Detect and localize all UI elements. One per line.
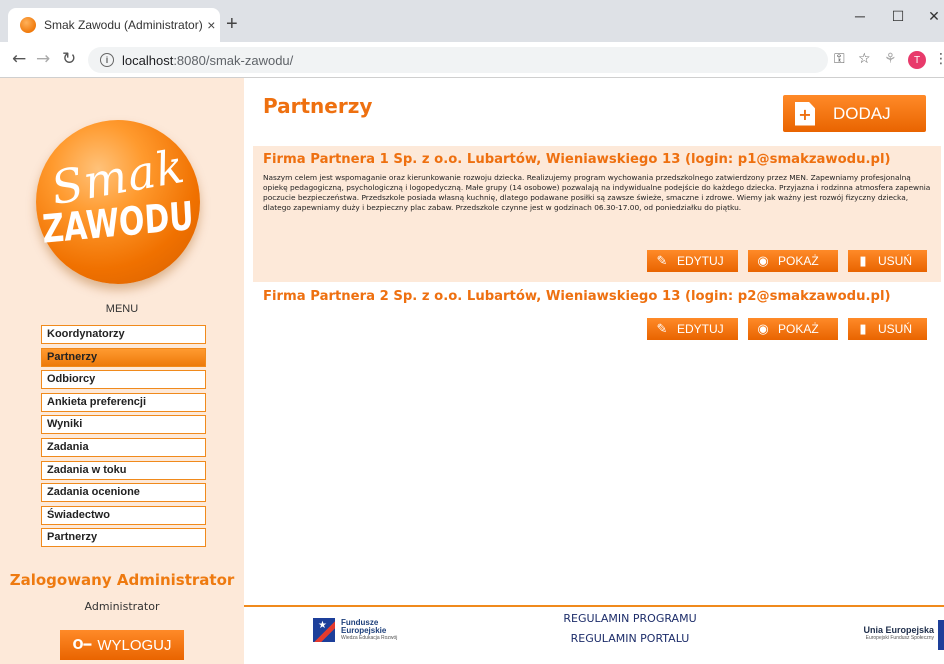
sidebar-menu: Koordynatorzy Partnerzy Odbiorcy Ankieta… [41, 325, 206, 551]
logo[interactable]: Smak ZAWODU [36, 120, 200, 284]
edit-button[interactable]: ✎ EDYTUJ [647, 250, 738, 272]
url-input[interactable]: i localhost:8080/smak-zawodu/ [88, 47, 828, 73]
delete-button[interactable]: ▮ USUŃ [848, 250, 927, 272]
sidebar-item-ankieta-preferencji[interactable]: Ankieta preferencji [41, 392, 206, 412]
star-icon[interactable]: ☆ [858, 51, 871, 67]
sidebar-item-zadania-w-toku[interactable]: Zadania w toku [41, 460, 206, 480]
delete-button[interactable]: ▮ USUŃ [848, 318, 927, 340]
partner-description: Naszym celem jest wspomaganie oraz kieru… [263, 173, 931, 213]
trash-icon: ▮ [859, 253, 867, 269]
delete-label: USUŃ [878, 254, 913, 268]
key-icon: O━ [72, 637, 92, 653]
eu-union-subtitle: Europejski Fundusz Społeczny [865, 635, 934, 641]
eu-funds-line2: Europejskie [341, 626, 387, 635]
show-button[interactable]: ◉ POKAŻ [748, 318, 838, 340]
maximize-icon[interactable]: ☐ [884, 8, 912, 25]
trash-icon: ▮ [859, 321, 867, 337]
partner-row: Firma Partnera 2 Sp. z o.o. Lubartów, Wi… [253, 283, 941, 349]
sidebar-item-partnerzy-2[interactable]: Partnerzy [41, 528, 206, 548]
forward-icon[interactable]: → [36, 50, 50, 68]
delete-label: USUŃ [878, 322, 913, 336]
eye-icon: ◉ [757, 321, 769, 337]
logout-button[interactable]: O━ WYLOGUJ [60, 630, 184, 660]
minimize-icon[interactable]: ─ [846, 8, 874, 24]
url-path: :8080/smak-zawodu/ [173, 52, 294, 68]
browser-tabstrip: Smak Zawodu (Administrator) × + ─ ☐ ✕ [0, 0, 944, 42]
browser-tab[interactable]: Smak Zawodu (Administrator) × [8, 8, 220, 42]
pencil-icon: ✎ [656, 321, 668, 337]
sidebar-item-partnerzy[interactable]: Partnerzy [41, 347, 206, 367]
sidebar-item-odbiorcy[interactable]: Odbiorcy [41, 370, 206, 390]
key-icon[interactable]: ⚿ [834, 51, 845, 67]
eu-union-title: Unia Europejska [863, 625, 934, 635]
edit-label: EDYTUJ [677, 254, 724, 268]
address-bar: ← → ↻ i localhost:8080/smak-zawodu/ ⚿ ☆ … [0, 42, 944, 78]
partner-row: Firma Partnera 1 Sp. z o.o. Lubartów, Wi… [253, 146, 941, 282]
sidebar: Smak ZAWODU MENU Koordynatorzy Partnerzy… [0, 78, 244, 664]
sidebar-item-swiadectwo[interactable]: Świadectwo [41, 505, 206, 525]
show-label: POKAŻ [778, 254, 819, 268]
tab-close-icon[interactable]: × [203, 17, 220, 33]
logged-in-title: Zalogowany Administrator [9, 571, 235, 589]
add-button-label: DODAJ [833, 103, 891, 123]
sidebar-item-wyniki[interactable]: Wyniki [41, 415, 206, 435]
eu-funds-subtitle: Wiedza Edukacja Rozwój [341, 635, 398, 641]
edit-button[interactable]: ✎ EDYTUJ [647, 318, 738, 340]
info-icon[interactable]: i [100, 53, 114, 67]
sidebar-item-zadania[interactable]: Zadania [41, 437, 206, 457]
partner-name: Firma Partnera 2 Sp. z o.o. Lubartów, Wi… [263, 289, 891, 304]
eu-flag-icon [938, 620, 944, 650]
extension-icon[interactable]: ⚘ [884, 51, 897, 67]
sidebar-item-zadania-ocenione[interactable]: Zadania ocenione [41, 483, 206, 503]
show-button[interactable]: ◉ POKAŻ [748, 250, 838, 272]
window-close-icon[interactable]: ✕ [920, 8, 944, 25]
new-tab-button[interactable]: + [226, 14, 238, 34]
pencil-icon: ✎ [656, 253, 668, 269]
show-label: POKAŻ [778, 322, 819, 336]
eu-funds-flag-icon [313, 618, 335, 642]
edit-label: EDYTUJ [677, 322, 724, 336]
reload-icon[interactable]: ↻ [62, 50, 76, 68]
portal-rules-link[interactable]: REGULAMIN PORTALU [530, 632, 730, 645]
eu-union-logo: Unia Europejska Europejski Fundusz Społe… [842, 625, 934, 641]
partner-name: Firma Partnera 1 Sp. z o.o. Lubartów, Wi… [263, 152, 891, 167]
url-host: localhost [122, 52, 174, 68]
add-button[interactable]: DODAJ [783, 95, 926, 132]
program-rules-link[interactable]: REGULAMIN PROGRAMU [530, 612, 730, 625]
eye-icon: ◉ [757, 253, 769, 269]
tab-title: Smak Zawodu (Administrator) [44, 18, 203, 32]
partner-actions: ✎ EDYTUJ ◉ POKAŻ ▮ USUŃ [647, 250, 927, 272]
profile-avatar[interactable]: T [908, 51, 926, 69]
back-icon[interactable]: ← [12, 50, 26, 68]
kebab-menu-icon[interactable]: ⋮ [934, 51, 944, 67]
eu-funds-logo: Fundusze Europejskie Wiedza Edukacja Roz… [313, 618, 397, 642]
favicon-icon [20, 17, 36, 33]
sidebar-item-koordynatorzy[interactable]: Koordynatorzy [41, 325, 206, 344]
partner-actions: ✎ EDYTUJ ◉ POKAŻ ▮ USUŃ [647, 318, 927, 340]
logout-label: WYLOGUJ [97, 636, 172, 654]
page-title: Partnerzy [263, 94, 373, 118]
logged-in-name: Administrator [84, 600, 160, 613]
menu-title: MENU [105, 303, 139, 315]
add-document-icon [795, 101, 815, 126]
